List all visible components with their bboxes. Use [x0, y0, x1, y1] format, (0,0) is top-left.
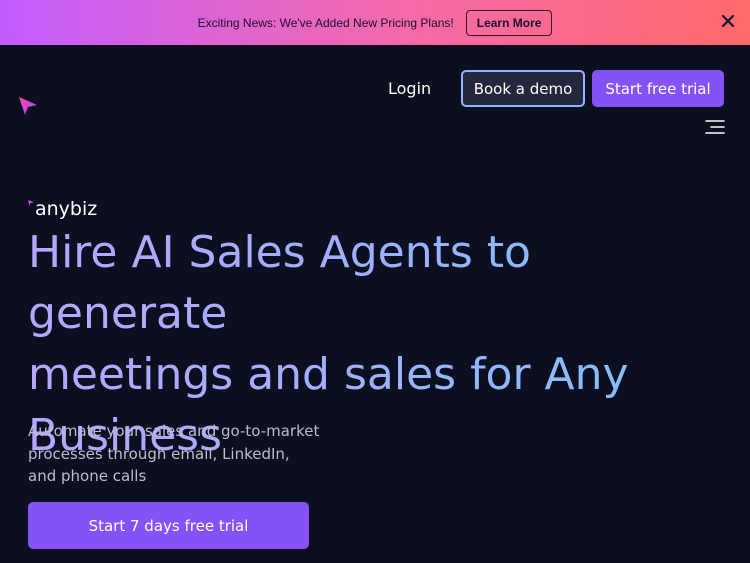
subtext-line-1: Automate your sales and go-to-market	[28, 422, 320, 440]
hero-subtext: Automate your sales and go-to-market pro…	[28, 420, 328, 488]
announcement-banner: Exciting News: We've Added New Pricing P…	[0, 0, 750, 45]
announcement-text: Exciting News: We've Added New Pricing P…	[197, 15, 454, 30]
subtext-line-3: and phone calls	[28, 467, 147, 485]
hamburger-menu-icon[interactable]	[705, 120, 725, 134]
brand-logo: anybiz	[28, 198, 97, 220]
brand-mark-icon	[28, 200, 34, 206]
start-trial-cta-button[interactable]: Start 7 days free trial	[28, 502, 309, 549]
subtext-line-2: processes through email, LinkedIn,	[28, 444, 290, 463]
headline-line-2: meetings and sales for Any	[28, 349, 629, 400]
brand-name: anybiz	[35, 198, 98, 220]
book-demo-button[interactable]: Book a demo	[461, 70, 585, 107]
close-icon[interactable]	[720, 13, 736, 29]
learn-more-button[interactable]: Learn More	[465, 9, 553, 36]
headline-line-1: Hire AI Sales Agents to generate	[28, 227, 531, 339]
cursor-arrow-icon[interactable]	[17, 95, 39, 117]
login-link[interactable]: Login	[388, 75, 431, 101]
start-free-trial-button[interactable]: Start free trial	[592, 70, 724, 107]
